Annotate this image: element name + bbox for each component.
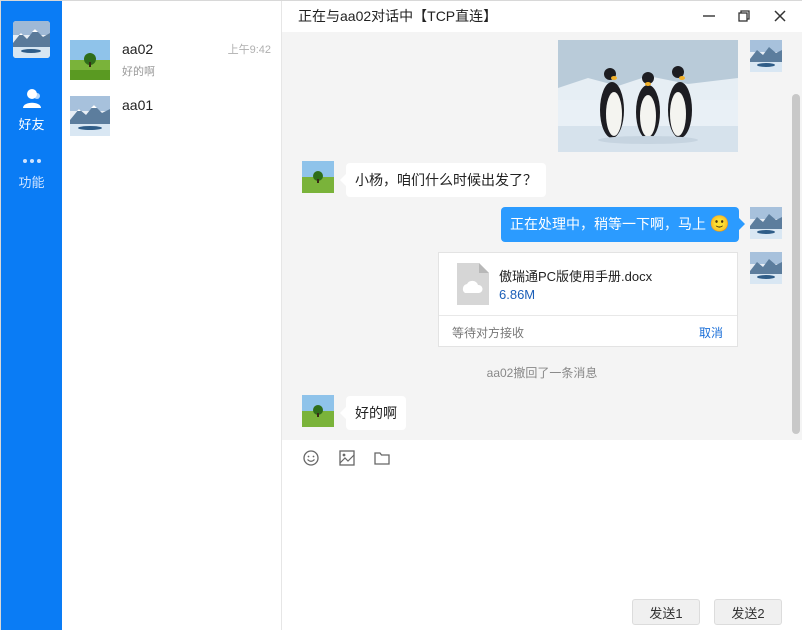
penguins-image xyxy=(558,40,738,152)
user-icon xyxy=(22,89,41,108)
my-message-avatar xyxy=(750,252,782,284)
contact-preview: 好的啊 xyxy=(122,66,155,78)
scrollbar[interactable] xyxy=(792,94,800,434)
image-icon[interactable] xyxy=(338,449,356,467)
close-icon[interactable] xyxy=(773,9,787,23)
nav-item-functions[interactable]: 功能 xyxy=(1,155,62,191)
nav-label-functions: 功能 xyxy=(18,175,45,190)
system-note: aa02撤回了一条消息 xyxy=(282,364,802,381)
more-dots-icon xyxy=(22,159,41,163)
my-message-avatar xyxy=(750,40,782,72)
send1-button[interactable]: 发送1 xyxy=(632,599,700,625)
contact-message-avatar xyxy=(302,395,334,427)
contact-item-aa02[interactable]: aa02 好的啊 上午9:42 xyxy=(62,31,281,87)
message-text: 好的啊 xyxy=(355,405,397,421)
contact-message-avatar xyxy=(302,161,334,193)
cancel-transfer-link[interactable]: 取消 xyxy=(699,324,723,341)
file-status: 等待对方接收 xyxy=(452,326,525,340)
message-input[interactable] xyxy=(282,476,802,591)
composer-toolbar xyxy=(282,440,802,476)
composer-footer: 发送1 发送2 xyxy=(282,591,802,630)
send2-button[interactable]: 发送2 xyxy=(714,599,782,625)
title-bar: 正在与aa02对话中【TCP直连】 xyxy=(282,1,802,32)
message-area: 小杨，咱们什么时候出发了？ 正在处理中，稍等一下啊，马上 🙂 傲瑞通PC版使用手… xyxy=(282,32,802,440)
message-bubble-received: 好的啊 xyxy=(340,396,406,430)
message-text: 正在处理中，稍等一下啊，马上 xyxy=(510,216,706,232)
divider xyxy=(439,315,737,316)
contact-list: aa02 好的啊 上午9:42 aa01 xyxy=(62,1,282,630)
my-avatar[interactable] xyxy=(13,21,50,58)
message-bubble-sent: 正在处理中，稍等一下啊，马上 🙂 xyxy=(501,207,745,242)
contact-item-aa01[interactable]: aa01 xyxy=(62,87,281,143)
contact-avatar xyxy=(70,96,110,136)
emoji-icon[interactable] xyxy=(302,449,320,467)
recall-notice: aa02撤回了一条消息 xyxy=(486,366,598,380)
contact-avatar xyxy=(70,40,110,80)
chat-window: 好友 功能 aa02 好的啊 上午9:42 aa01 正在与aa02对话中【TC… xyxy=(0,0,802,630)
image-message[interactable] xyxy=(558,40,738,152)
contact-name: aa01 xyxy=(122,97,154,113)
contact-time: 上午9:42 xyxy=(227,44,271,56)
message-bubble-received: 小杨，咱们什么时候出发了？ xyxy=(340,163,546,197)
window-title-text: 正在与aa02对话中【TCP直连】 xyxy=(298,8,498,24)
file-size: 6.86M xyxy=(499,287,536,302)
window-title: 正在与aa02对话中【TCP直连】 xyxy=(282,1,802,32)
minimize-icon[interactable] xyxy=(702,9,716,23)
smile-emoji-icon: 🙂 xyxy=(709,216,730,233)
contact-name: aa02 xyxy=(122,41,154,57)
file-transfer-card: 傲瑞通PC版使用手册.docx 6.86M 等待对方接收 取消 xyxy=(438,252,738,347)
file-name: 傲瑞通PC版使用手册.docx xyxy=(499,269,653,284)
restore-icon[interactable] xyxy=(737,9,751,23)
message-text: 小杨，咱们什么时候出发了？ xyxy=(355,172,537,188)
left-nav: 好友 功能 xyxy=(1,1,62,630)
file-cloud-icon xyxy=(457,263,489,305)
nav-label-friends: 好友 xyxy=(18,117,45,132)
my-message-avatar xyxy=(750,207,782,239)
nav-item-friends[interactable]: 好友 xyxy=(1,87,62,133)
folder-icon[interactable] xyxy=(373,449,391,467)
